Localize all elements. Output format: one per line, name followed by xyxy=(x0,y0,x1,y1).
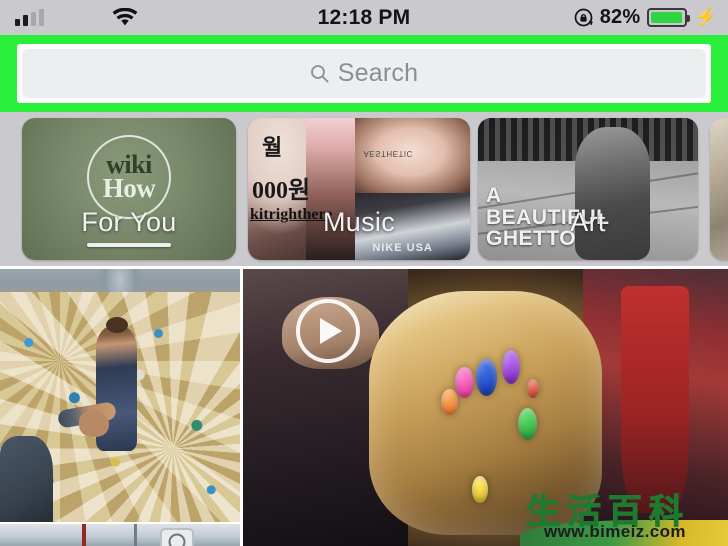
category-carousel[interactable]: wiki How For You 월 000원 kitrighthere AES… xyxy=(0,112,728,266)
category-active-underline xyxy=(87,243,171,247)
collage-text-korean-month: 월 xyxy=(262,135,283,160)
mind-stone-yellow xyxy=(471,476,488,504)
space-stone-blue xyxy=(476,359,498,396)
category-card-next[interactable] xyxy=(710,118,728,260)
phone-screen: 12:18 PM 82% ⚡ Search wiki How For You 월… xyxy=(0,0,728,546)
category-card-for-you[interactable]: wiki How For You xyxy=(22,118,236,260)
search-icon xyxy=(310,64,329,83)
battery-percent-label: 82% xyxy=(599,6,641,28)
play-icon[interactable] xyxy=(296,299,360,363)
category-card-art[interactable]: A BEAUTIFUL GHETTO Art xyxy=(478,118,698,260)
video-red-cape xyxy=(621,285,690,513)
stone-pink xyxy=(455,366,474,399)
soul-stone-orange xyxy=(441,388,458,416)
beach-woman-hair-bun xyxy=(105,317,128,334)
search-bar-highlight: Search xyxy=(0,35,728,112)
grid-tile-infinity-gauntlet-video[interactable]: 生活百科 www.bimeiz.com xyxy=(243,269,728,546)
collage-text-aesthetic: AESTHETIC xyxy=(363,149,413,159)
beach-holding-hand xyxy=(79,410,110,437)
content-grid: 生活百科 www.bimeiz.com xyxy=(0,266,728,546)
music-collage: 월 000원 kitrighthere AESTHETIC NIKE USA xyxy=(248,118,470,260)
search-input[interactable]: Search xyxy=(22,49,706,98)
art-caption-line-1: A xyxy=(486,184,502,208)
battery-icon xyxy=(647,8,691,27)
grid-tile-room[interactable] xyxy=(0,524,240,546)
reality-stone-red xyxy=(527,378,540,399)
collage-text-price: 000원 xyxy=(252,178,311,204)
camera-icon xyxy=(160,528,194,546)
time-stone-green xyxy=(518,408,537,440)
rotation-lock-icon xyxy=(574,8,593,27)
category-label-music: Music xyxy=(322,207,395,237)
grid-tile-beach-pollution[interactable] xyxy=(0,269,240,522)
category-label-art: Art xyxy=(570,207,606,237)
power-stone-purple xyxy=(501,349,521,384)
collage-text-nike: NIKE USA xyxy=(372,242,433,254)
room-shelf-red xyxy=(81,524,86,546)
room-shelf-blue xyxy=(134,524,138,546)
status-bar-right-group: 82% ⚡ xyxy=(574,0,718,35)
watermark-url: www.bimeiz.com xyxy=(544,522,686,541)
beach-sleeve xyxy=(0,435,53,522)
category-label-for-you: For You xyxy=(81,207,177,237)
status-bar: 12:18 PM 82% ⚡ xyxy=(0,0,728,35)
site-watermark: 生活百科 www.bimeiz.com xyxy=(520,484,728,546)
category-card-music[interactable]: 월 000원 kitrighthere AESTHETIC NIKE USA M… xyxy=(248,118,470,260)
wikihow-logo-how: How xyxy=(102,172,156,203)
lightning-bolt-icon: ⚡ xyxy=(694,7,718,28)
search-bar-container[interactable]: Search xyxy=(17,44,711,103)
search-placeholder: Search xyxy=(337,59,419,87)
